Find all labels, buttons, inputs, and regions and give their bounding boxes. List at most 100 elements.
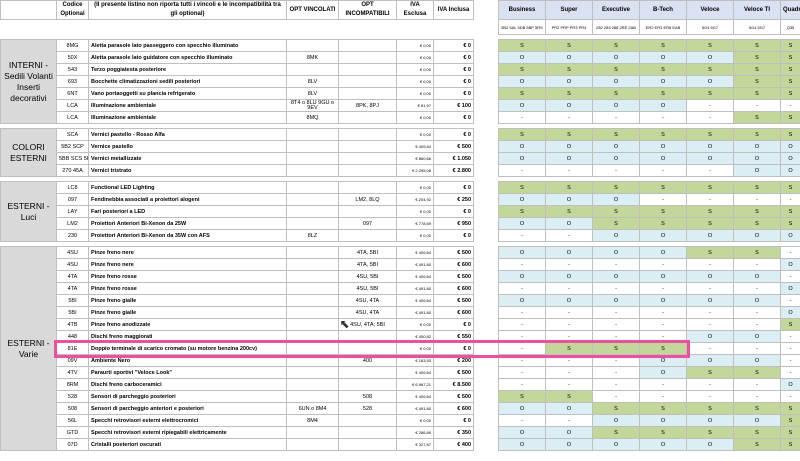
option-description[interactable]: Sensori di parcheggio posteriori xyxy=(88,390,287,403)
version-availability[interactable]: - xyxy=(498,306,546,319)
table-row[interactable]: 528 Sensori di parcheggio posteriori 508 € … xyxy=(1,390,800,403)
version-availability[interactable]: O xyxy=(498,51,546,64)
version-code-1[interactable]: PR2 PRP PR3 PR4 xyxy=(545,19,593,35)
option-incompatibili[interactable]: 528 xyxy=(338,402,397,415)
version-availability[interactable]: - xyxy=(592,282,640,295)
table-row[interactable]: 5BI Pinze freno gialle 4SU, 4TA € 409,84 € 5… xyxy=(1,294,800,307)
version-availability[interactable]: O xyxy=(780,282,800,295)
version-availability[interactable]: O xyxy=(639,51,687,64)
version-availability[interactable]: S xyxy=(686,426,734,439)
version-availability[interactable]: O xyxy=(592,294,640,307)
price-iva-esclusa[interactable]: € 409,84 xyxy=(396,294,434,307)
price-iva-inclusa[interactable]: € 0 xyxy=(433,318,474,331)
table-row[interactable]: LM2 Proiettori Anteriori Bi-Xenon da 25W 0… xyxy=(1,217,800,230)
table-row[interactable]: GTD Specchi retrovisori esterni ripiegabi… xyxy=(1,426,800,439)
option-description[interactable]: Vernici tristrato xyxy=(88,164,287,177)
option-vincolati[interactable] xyxy=(286,63,339,76)
option-incompatibili[interactable]: 508 xyxy=(338,390,397,403)
option-description[interactable]: Vano portaoggetti su plancia refrigerato xyxy=(88,87,287,100)
option-incompatibili[interactable] xyxy=(338,63,397,76)
option-vincolati[interactable] xyxy=(286,330,339,343)
version-availability[interactable]: - xyxy=(639,282,687,295)
version-availability[interactable]: - xyxy=(686,390,734,403)
option-incompatibili[interactable]: 4SU, 5BI xyxy=(338,270,397,283)
version-availability[interactable]: - xyxy=(545,330,593,343)
version-availability[interactable]: S xyxy=(639,426,687,439)
option-code[interactable]: GTD xyxy=(56,426,89,439)
version-availability[interactable]: S xyxy=(686,205,734,218)
version-availability[interactable]: - xyxy=(686,99,734,112)
table-row[interactable]: 09V Ambiente Nero 400 € 163,93 € 200- - - O O O - xyxy=(1,354,800,367)
version-availability[interactable]: O xyxy=(498,246,546,259)
option-code[interactable]: 5BI xyxy=(56,306,89,319)
price-iva-inclusa[interactable]: € 500 xyxy=(433,270,474,283)
version-availability[interactable]: O xyxy=(639,152,687,165)
option-vincolati[interactable] xyxy=(286,246,339,259)
price-iva-esclusa[interactable]: € 409,84 xyxy=(396,140,434,153)
option-vincolati[interactable] xyxy=(286,258,339,271)
version-availability[interactable]: - xyxy=(733,99,781,112)
version-availability[interactable]: - xyxy=(545,414,593,427)
option-vincolati[interactable]: 8LV xyxy=(286,75,339,88)
version-availability[interactable]: S xyxy=(545,342,593,355)
option-incompatibili[interactable] xyxy=(338,75,397,88)
version-availability[interactable]: O xyxy=(733,270,781,283)
option-incompatibili[interactable] xyxy=(338,366,397,379)
header-iva-inclusa[interactable]: IVA Inclusa xyxy=(433,0,474,20)
version-availability[interactable]: - xyxy=(780,366,800,379)
header-iva-esclusa[interactable]: IVA Esclusa xyxy=(396,0,434,20)
version-availability[interactable]: S xyxy=(545,39,593,52)
option-incompatibili[interactable] xyxy=(338,87,397,100)
option-vincolati[interactable] xyxy=(286,193,339,206)
version-availability[interactable]: - xyxy=(780,354,800,367)
version-code-4[interactable]: 5G4 5G7 xyxy=(686,19,734,35)
version-availability[interactable]: S xyxy=(733,366,781,379)
version-availability[interactable]: O xyxy=(733,152,781,165)
version-availability[interactable]: O xyxy=(686,354,734,367)
option-incompatibili[interactable] xyxy=(338,181,397,194)
price-iva-esclusa[interactable]: € 0,00 xyxy=(396,63,434,76)
version-availability[interactable]: O xyxy=(498,99,546,112)
version-availability[interactable]: O xyxy=(545,438,593,451)
version-availability[interactable]: O xyxy=(639,354,687,367)
option-code[interactable]: 4TA xyxy=(56,270,89,283)
version-availability[interactable]: - xyxy=(686,282,734,295)
version-availability[interactable]: - xyxy=(498,366,546,379)
version-availability[interactable]: - xyxy=(733,318,781,331)
price-iva-esclusa[interactable]: € 2.295,08 xyxy=(396,164,434,177)
option-description[interactable]: Pinze freno nere xyxy=(88,246,287,259)
option-description[interactable]: Pinze freno nere xyxy=(88,258,287,271)
version-availability[interactable]: - xyxy=(780,99,800,112)
version-availability[interactable]: O xyxy=(498,294,546,307)
header-version-0[interactable]: Business xyxy=(498,0,546,20)
option-vincolati[interactable]: 8MQ xyxy=(286,111,339,124)
option-code[interactable]: SCA xyxy=(56,128,89,141)
option-vincolati[interactable]: 6UN o 8M4 xyxy=(286,402,339,415)
version-availability[interactable]: S xyxy=(545,390,593,403)
version-availability[interactable]: S xyxy=(733,128,781,141)
price-iva-inclusa[interactable]: € 0 xyxy=(433,111,474,124)
option-description[interactable]: Specchi retrovisori esterni elettrocromi… xyxy=(88,414,287,427)
version-availability[interactable]: - xyxy=(780,193,800,206)
version-availability[interactable]: O xyxy=(639,294,687,307)
option-code[interactable]: 230 xyxy=(56,229,89,242)
version-availability[interactable]: S xyxy=(733,51,781,64)
option-code[interactable]: 448 xyxy=(56,330,89,343)
version-availability[interactable]: - xyxy=(686,111,734,124)
version-availability[interactable]: O xyxy=(592,99,640,112)
option-description[interactable]: Pinze freno gialle xyxy=(88,294,287,307)
table-row[interactable]: 5BB SCS 5RB 5BAVernici metallizzate € 860… xyxy=(1,152,800,165)
version-availability[interactable]: S xyxy=(733,39,781,52)
version-availability[interactable]: O xyxy=(686,229,734,242)
version-availability[interactable]: O xyxy=(592,229,640,242)
option-description[interactable]: Ambiente Nero xyxy=(88,354,287,367)
version-code-6[interactable]: Q35 xyxy=(780,19,800,35)
option-vincolati[interactable] xyxy=(286,438,339,451)
price-iva-esclusa[interactable]: € 0,00 xyxy=(396,205,434,218)
table-row[interactable]: 4TA Pinze freno rosse 4SU, 5BI € 409,84 € 50… xyxy=(1,270,800,283)
version-availability[interactable]: S xyxy=(780,402,800,415)
version-availability[interactable]: O xyxy=(592,438,640,451)
version-code-0[interactable]: 5B2 5AL 5DB 5BP 5RS xyxy=(498,19,546,35)
version-availability[interactable]: - xyxy=(639,378,687,391)
price-iva-inclusa[interactable]: € 0 xyxy=(433,39,474,52)
